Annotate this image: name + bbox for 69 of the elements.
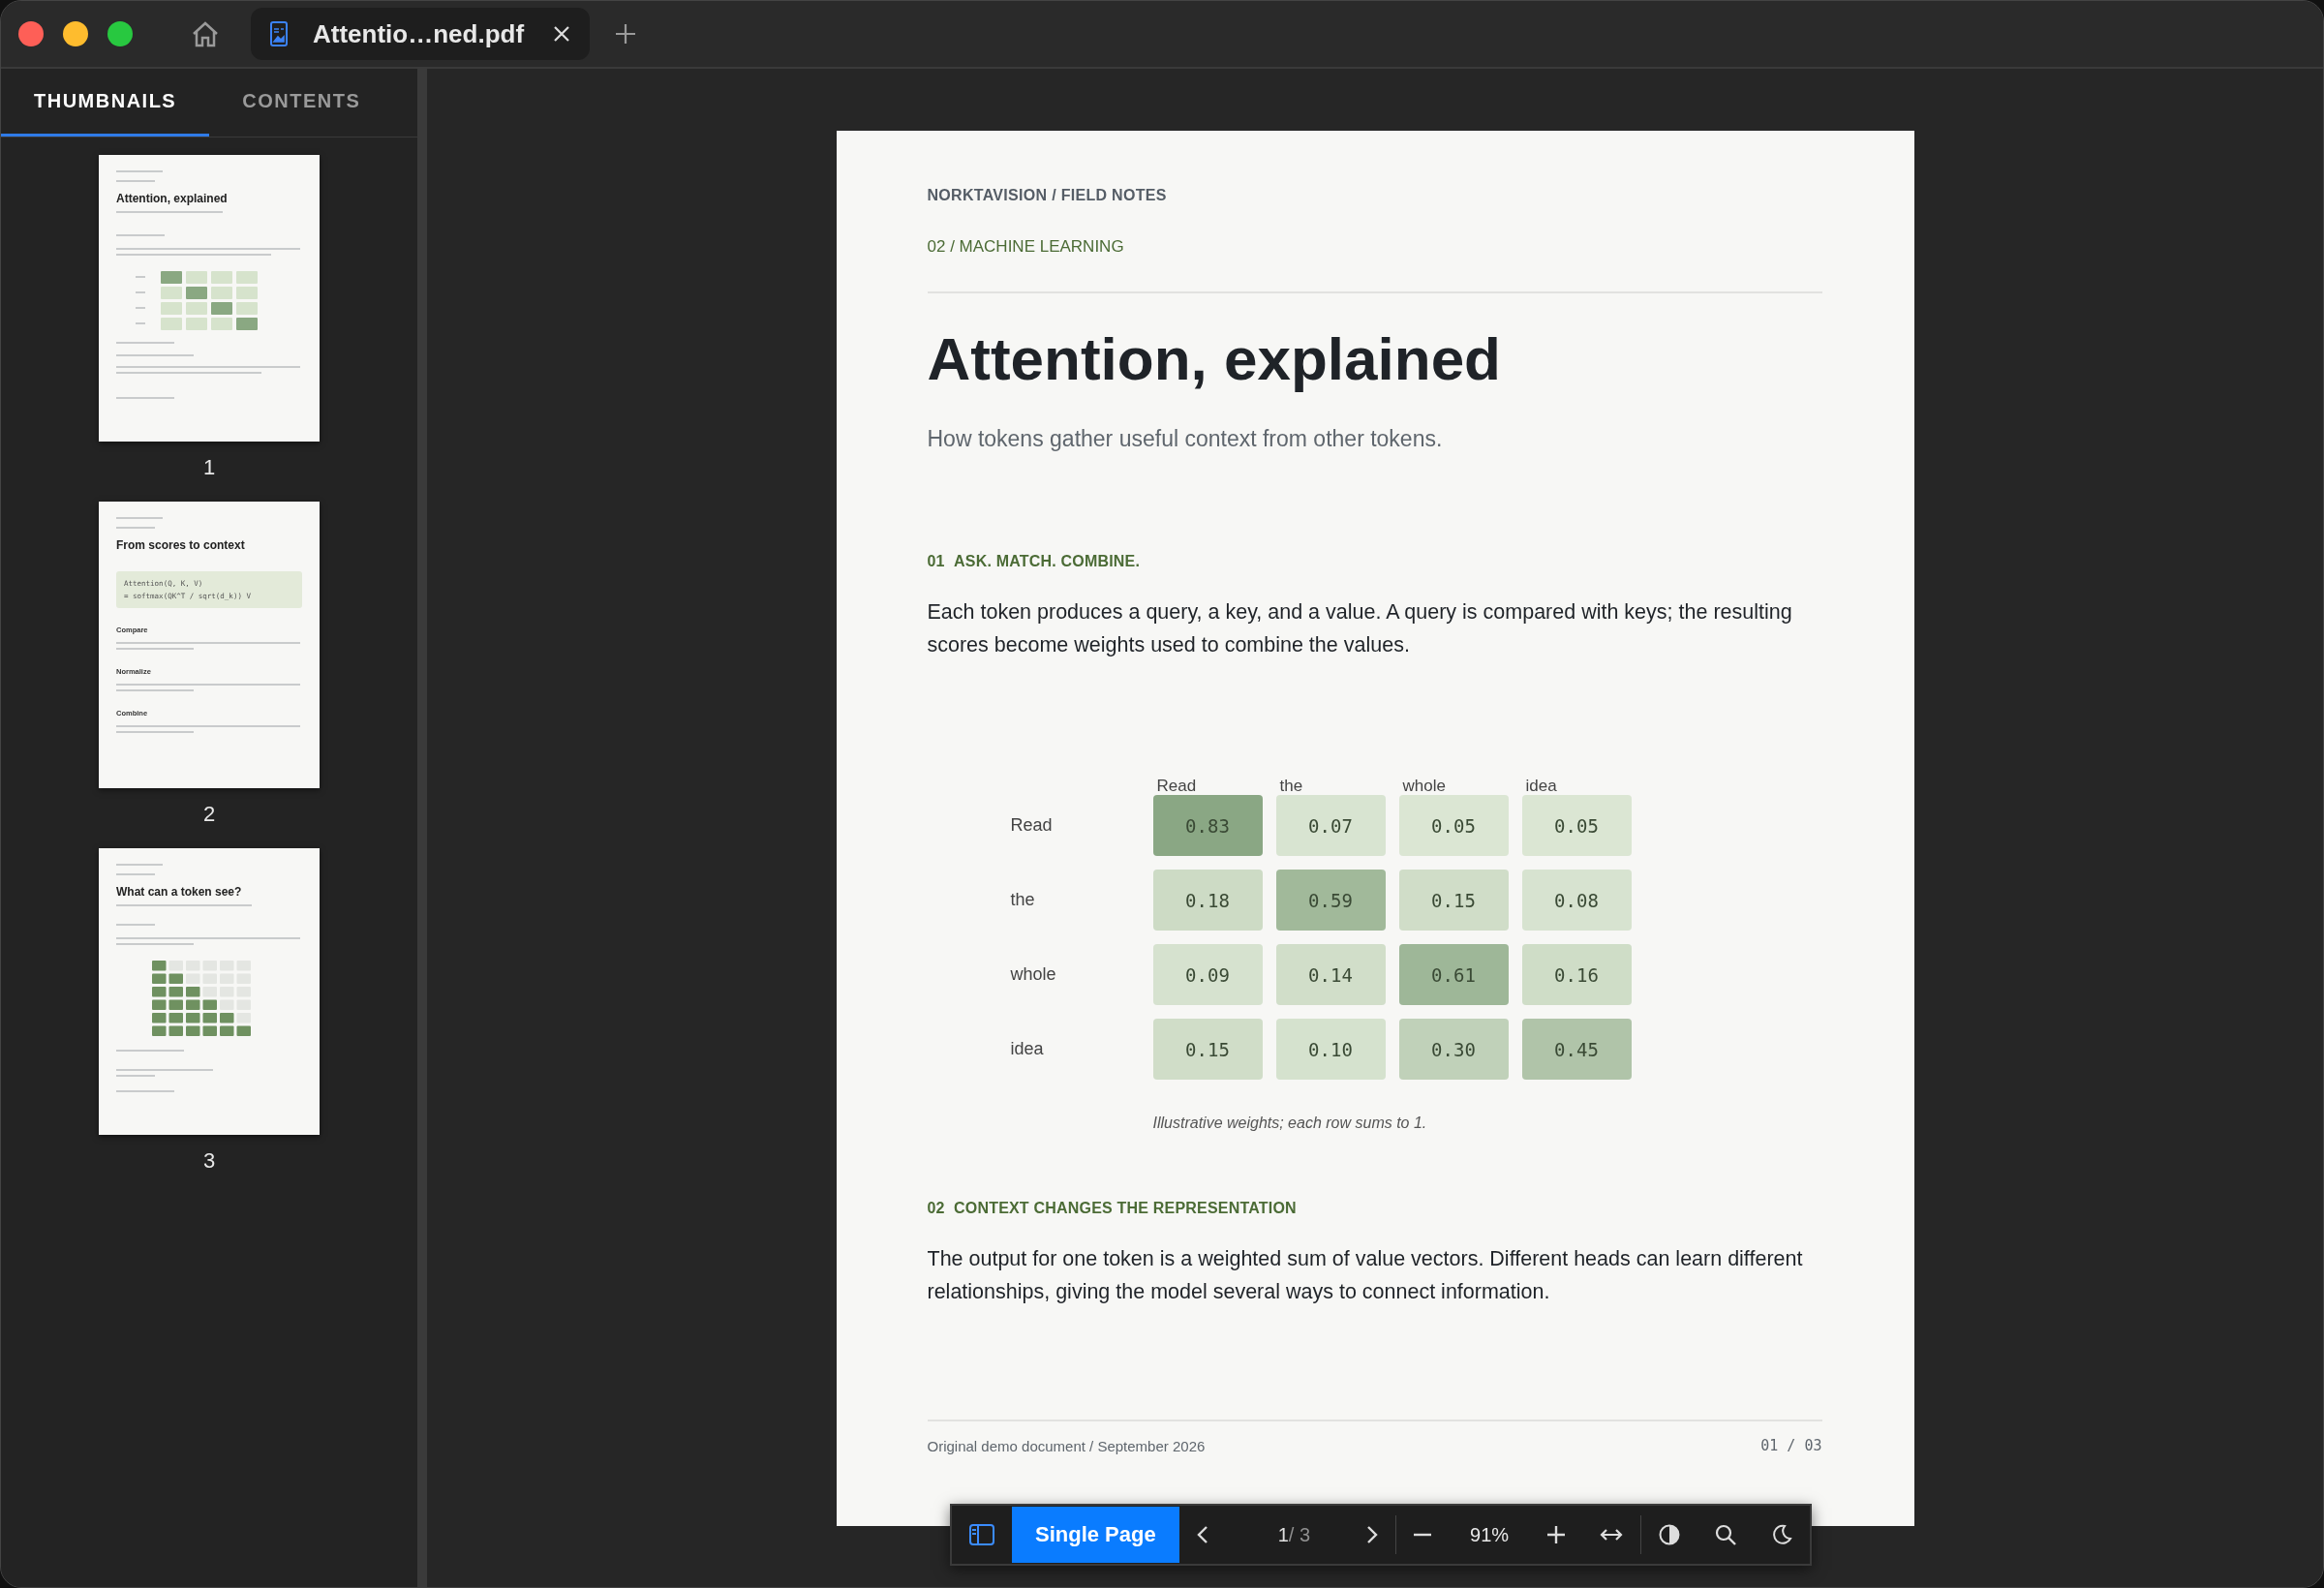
minimize-button[interactable]: [63, 21, 88, 46]
caption: Illustrative weights; each row sums to 1.: [1152, 1115, 1428, 1132]
double-arrow-icon: [1600, 1528, 1624, 1542]
zoom-button[interactable]: [107, 21, 133, 46]
page-number: 2: [202, 802, 216, 827]
zoom-level: 91%: [1469, 1523, 1511, 1546]
weight-cell: 0.18: [1152, 870, 1263, 931]
weight-cell: 0.45: [1521, 1019, 1632, 1080]
row-label: idea: [1010, 1039, 1045, 1059]
document-title: Attention, explained: [927, 324, 1502, 393]
section-heading: 01 ASK. MATCH. COMBINE.: [927, 553, 1142, 570]
document-tab[interactable]: Attentio…ned.pdf: [251, 8, 590, 60]
view-mode-button[interactable]: Single Page: [1012, 1507, 1179, 1563]
weight-cell: 0.05: [1398, 795, 1509, 856]
header-text: NORKTAVISION / FIELD NOTES: [927, 187, 1168, 204]
close-icon[interactable]: [553, 25, 570, 43]
new-tab-icon[interactable]: [615, 23, 636, 45]
weight-cell: 0.10: [1275, 1019, 1386, 1080]
weight-cell: 0.15: [1152, 1019, 1263, 1080]
column-label: the: [1278, 778, 1304, 795]
category-label: 02 / MACHINE LEARNING: [927, 237, 1125, 257]
page-thumbnail[interactable]: Attention, explained: [99, 155, 320, 442]
close-button[interactable]: [18, 21, 44, 46]
text-lines-drawing: [116, 864, 163, 875]
moon-icon: [1771, 1524, 1793, 1545]
footer-text: Original demo document / September 2026: [927, 1437, 1206, 1454]
row-label: whole: [1010, 964, 1057, 985]
contrast-icon: [1659, 1524, 1681, 1545]
weight-cell: 0.16: [1521, 944, 1632, 1005]
column-label: Read: [1155, 778, 1198, 795]
chevron-left-icon: [1196, 1525, 1208, 1544]
sidebar-tab[interactable]: CONTENTS: [209, 69, 394, 137]
thumbnail-title: From scores to context: [116, 538, 246, 552]
row-label: Read: [1010, 815, 1054, 836]
thumbnail-title: Attention, explained: [116, 192, 229, 205]
search-icon: [1715, 1524, 1737, 1545]
home-icon[interactable]: [191, 20, 220, 47]
plus-icon: [1547, 1526, 1566, 1543]
weight-cell: 0.09: [1152, 944, 1263, 1005]
page-total: / 3: [1288, 1523, 1311, 1546]
thumbnail-title: What can a token see?: [116, 885, 243, 899]
chevron-right-icon: [1366, 1525, 1379, 1544]
column-label: idea: [1524, 778, 1558, 795]
page-field[interactable]: 1: [1277, 1523, 1289, 1546]
weight-cell: 0.14: [1275, 944, 1386, 1005]
weight-cell: 0.30: [1398, 1019, 1509, 1080]
sidebar-tab[interactable]: THUMBNAILS: [1, 69, 210, 137]
subtitle: How tokens gather useful context from other tokens.: [927, 426, 1444, 452]
page-number: 1: [202, 455, 216, 480]
weight-cell: 0.08: [1521, 870, 1632, 931]
minus-icon: [1414, 1533, 1432, 1537]
sidebar-icon: [969, 1524, 994, 1545]
row-label: the: [1010, 890, 1036, 910]
text-lines-drawing: [116, 170, 163, 182]
weight-cell: 0.15: [1398, 870, 1509, 931]
weight-cell: 0.07: [1275, 795, 1386, 856]
paragraph: The output for one token is a weighted sum of value vectors. Different heads can learn different relationships, giving the model several ways to connect information.: [927, 1246, 1804, 1305]
weight-cell: 0.61: [1398, 944, 1509, 1005]
document-icon: [270, 21, 288, 46]
weight-cell: 0.83: [1152, 795, 1263, 856]
page-counter: 01 / 03: [1760, 1437, 1822, 1454]
section-heading: 02 CONTEXT CHANGES THE REPRESENTATION: [927, 1200, 1298, 1217]
weight-cell: 0.59: [1275, 870, 1386, 931]
paragraph: Each token produces a query, a key, and a value. A query is compared with keys; the resulting scores become weights used to combine the values.: [927, 599, 1793, 658]
column-label: whole: [1401, 778, 1447, 795]
weight-cell: 0.05: [1521, 795, 1632, 856]
text-lines-drawing: [116, 517, 163, 529]
page-thumbnail[interactable]: What can a token see?: [99, 848, 320, 1135]
page-number: 3: [202, 1148, 216, 1174]
